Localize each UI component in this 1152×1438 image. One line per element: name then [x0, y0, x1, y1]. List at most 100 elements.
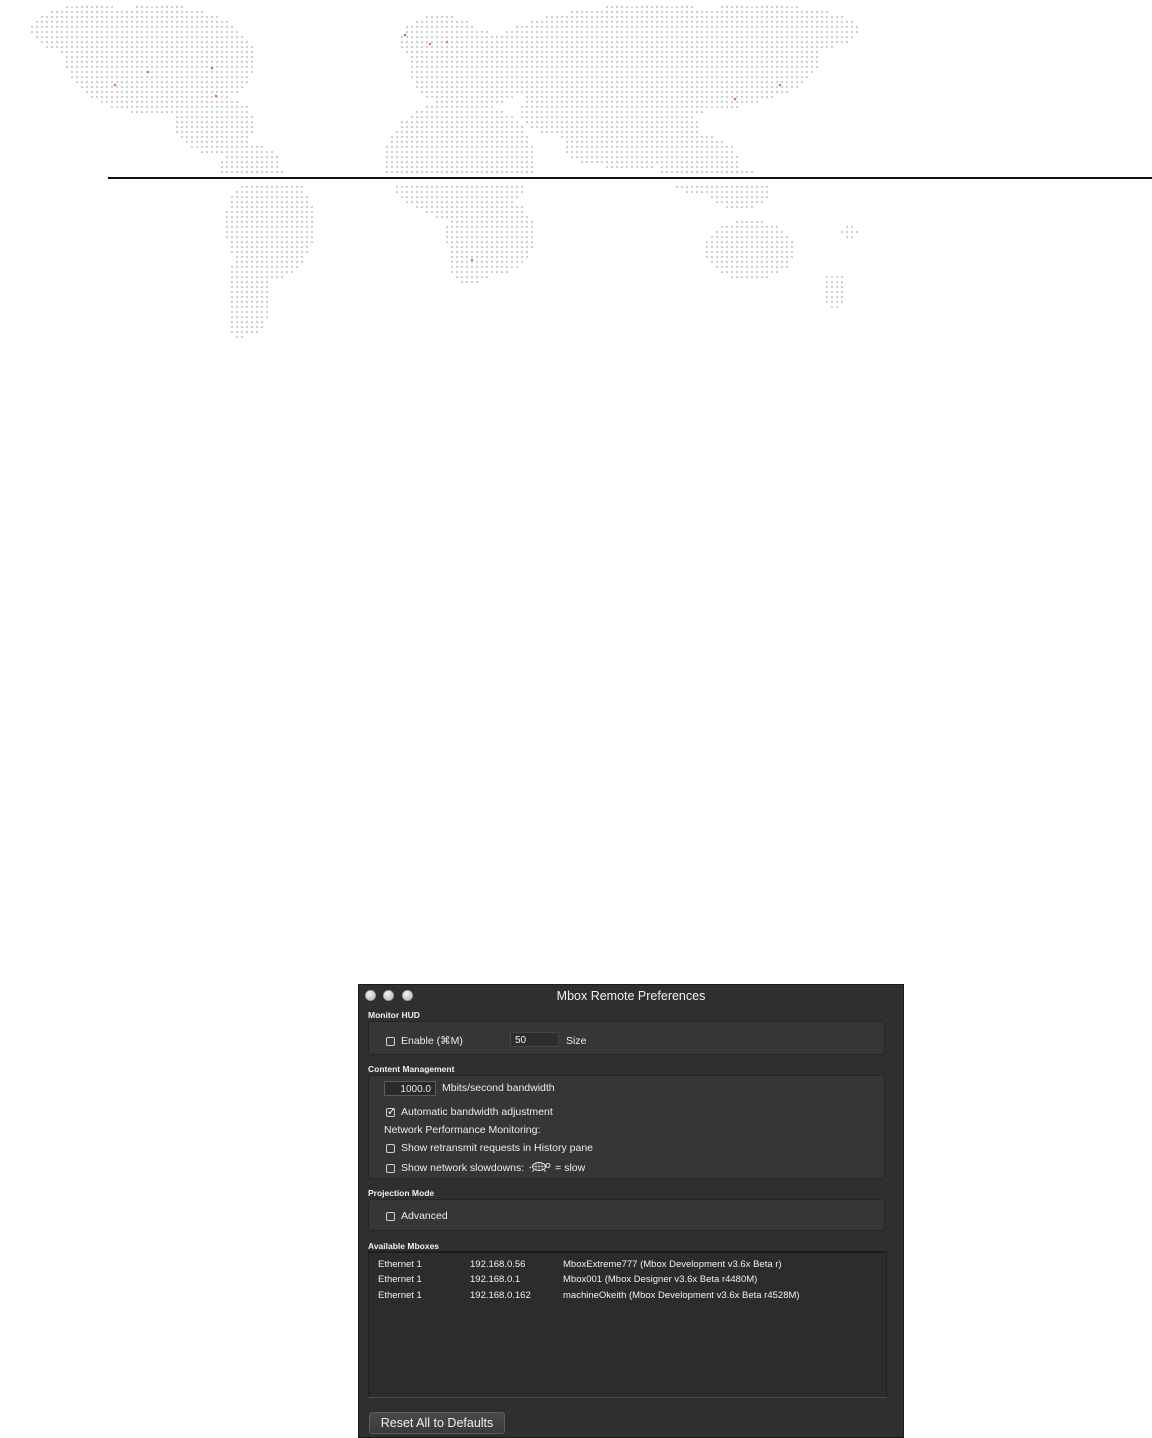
map-dot: [785, 80, 789, 84]
map-dot: [690, 100, 694, 104]
map-dot: [635, 60, 639, 64]
map-dot: [815, 65, 819, 69]
advanced-projection-checkbox[interactable]: [386, 1211, 395, 1221]
map-dot: [550, 30, 554, 34]
map-dot: [690, 60, 694, 64]
map-dot: [775, 255, 779, 259]
available-mboxes-list[interactable]: Ethernet 1 192.168.0.56 MboxExtreme777 (…: [368, 1251, 887, 1398]
map-dot: [615, 75, 619, 79]
map-dot: [175, 60, 179, 64]
map-dot: [240, 240, 244, 244]
bandwidth-input[interactable]: 1000.0: [384, 1081, 436, 1096]
map-dot: [695, 140, 699, 144]
map-dot: [200, 20, 204, 24]
map-dot: [405, 150, 409, 154]
map-dot: [190, 30, 194, 34]
map-dot: [550, 40, 554, 44]
auto-bandwidth-row[interactable]: Automatic bandwidth adjustment: [386, 1105, 553, 1118]
map-dot: [250, 285, 254, 289]
map-dot: [815, 10, 819, 14]
map-dot: [770, 55, 774, 59]
map-dot: [620, 20, 624, 24]
map-dot: [805, 60, 809, 64]
map-dot: [555, 70, 559, 74]
map-dot: [245, 155, 249, 159]
map-dot: [495, 150, 499, 154]
map-dot: [645, 75, 649, 79]
map-dot: [735, 225, 739, 229]
map-dot: [795, 70, 799, 74]
advanced-projection-row[interactable]: Advanced: [386, 1210, 448, 1222]
title-bar[interactable]: Mbox Remote Preferences: [359, 985, 903, 1007]
map-dot: [520, 210, 524, 214]
map-dot: [650, 75, 654, 79]
projection-mode-section-label: Projection Mode: [368, 1188, 435, 1198]
map-dot: [665, 150, 669, 154]
map-dot: [260, 305, 264, 309]
map-dot: [490, 205, 494, 209]
enable-hud-checkbox[interactable]: [386, 1036, 395, 1046]
map-dot: [700, 40, 704, 44]
map-dot: [490, 90, 494, 94]
map-dot: [260, 260, 264, 264]
map-dot: [695, 55, 699, 59]
reset-all-defaults-button[interactable]: Reset All to Defaults: [369, 1412, 505, 1434]
map-dot: [435, 20, 439, 24]
map-dot: [590, 85, 594, 89]
map-dot: [435, 25, 439, 29]
map-dot: [115, 70, 119, 74]
map-dot: [505, 80, 509, 84]
map-dot: [450, 15, 454, 19]
map-dot: [65, 15, 69, 19]
map-dot: [250, 320, 254, 324]
map-dot: [665, 90, 669, 94]
map-dot: [790, 250, 794, 254]
map-dot: [750, 95, 754, 99]
map-dot: [215, 45, 219, 49]
map-dot: [700, 90, 704, 94]
footer-divider: [368, 1397, 887, 1398]
map-dot: [280, 185, 284, 189]
map-dot: [500, 90, 504, 94]
map-dot: [440, 160, 444, 164]
map-dot: [545, 15, 549, 19]
map-dot: [440, 25, 444, 29]
map-dot: [415, 55, 419, 59]
map-dot: [495, 215, 499, 219]
map-dot: [510, 240, 514, 244]
map-dot: [550, 55, 554, 59]
map-dot: [695, 120, 699, 124]
map-dot: [745, 20, 749, 24]
map-dot: [195, 40, 199, 44]
map-dot: [270, 205, 274, 209]
enable-hud-row[interactable]: Enable (⌘M): [386, 1035, 463, 1047]
map-dot: [505, 70, 509, 74]
show-slowdowns-row[interactable]: Show network slowdowns: = slow: [386, 1161, 585, 1175]
map-dot: [200, 85, 204, 89]
map-dot: [240, 200, 244, 204]
map-dot: [655, 45, 659, 49]
map-dot: [235, 255, 239, 259]
map-dot: [80, 25, 84, 29]
show-retransmit-row[interactable]: Show retransmit requests in History pane: [386, 1142, 593, 1154]
map-dot: [505, 270, 509, 274]
map-dot: [730, 15, 734, 19]
map-dot: [435, 30, 439, 34]
map-dot: [640, 5, 644, 9]
show-retransmit-checkbox[interactable]: [386, 1143, 395, 1153]
auto-bandwidth-checkbox[interactable]: [386, 1105, 396, 1118]
map-dot: [240, 145, 244, 149]
map-dot: [520, 75, 524, 79]
map-dot: [680, 130, 684, 134]
map-dot: [505, 220, 509, 224]
map-dot: [280, 170, 284, 174]
map-dot: [500, 65, 504, 69]
map-dot: [845, 20, 849, 24]
map-dot: [175, 25, 179, 29]
show-slowdowns-checkbox[interactable]: [386, 1163, 395, 1173]
map-dot: [235, 210, 239, 214]
map-dot: [560, 35, 564, 39]
map-dot: [460, 70, 464, 74]
hud-size-input[interactable]: 50: [510, 1032, 559, 1047]
map-dot: [260, 275, 264, 279]
